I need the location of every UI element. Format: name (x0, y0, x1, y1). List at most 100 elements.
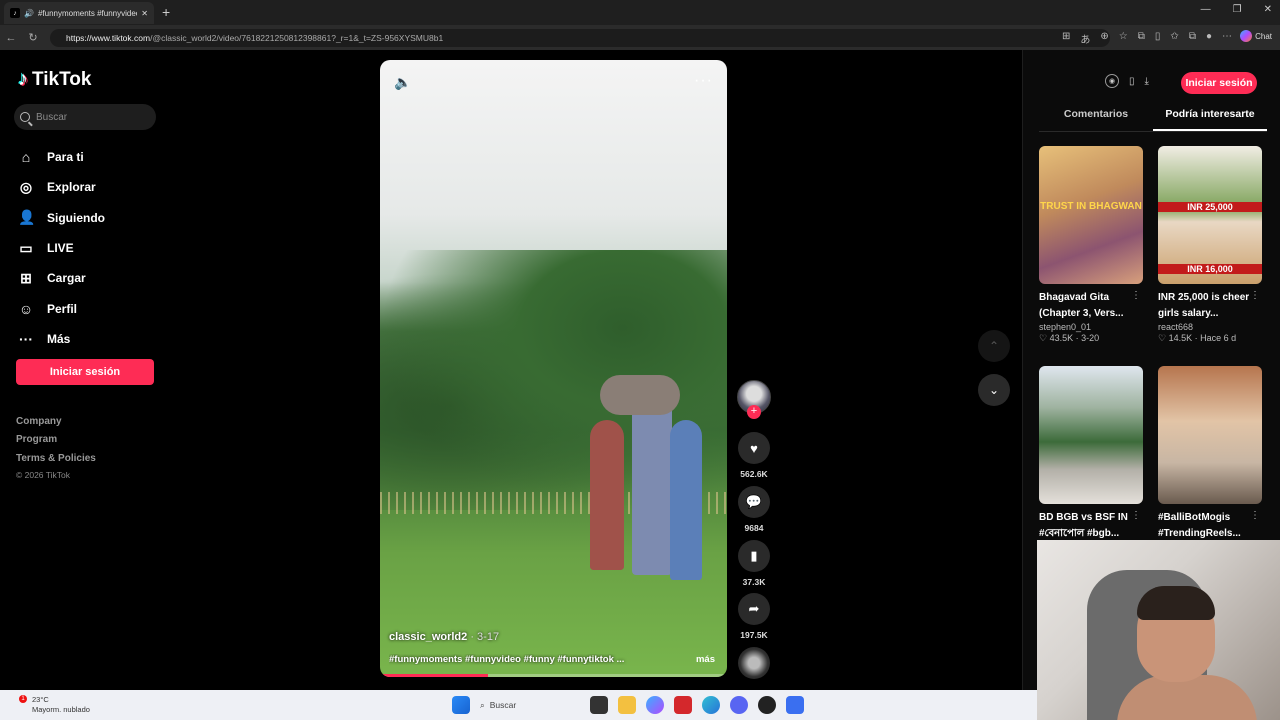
sidebar-item-label: Explorar (47, 180, 96, 195)
card-more-icon[interactable]: ⋮ (1131, 290, 1141, 301)
app-icon-blue[interactable] (786, 696, 804, 714)
address-bar: ← ↻ https://www.tiktok.com/@classic_worl… (0, 25, 1280, 50)
logo-text: TikTok (32, 68, 92, 90)
sidebar-item-explorar[interactable]: ◎ Explorar (18, 172, 105, 202)
recommended-card[interactable]: INR 25,000 INR 16,000 INR 25,000 is chee… (1158, 146, 1262, 344)
office-icon[interactable] (674, 696, 692, 714)
coins-icon[interactable]: ◉ (1105, 74, 1119, 88)
sidebar-item-mas[interactable]: ··· Más (18, 324, 105, 354)
header-login-button[interactable]: Iniciar sesión (1181, 72, 1257, 94)
footer-link-company[interactable]: Company (16, 416, 96, 434)
copilot-icon (1240, 30, 1253, 42)
copilot-app-icon[interactable] (646, 696, 664, 714)
chevron-up-icon: ⌃ (988, 339, 1000, 353)
maximize-icon[interactable]: ❐ (1233, 4, 1242, 15)
notification-badge: 1 (19, 695, 27, 703)
zoom-icon[interactable]: ⊕ (1100, 31, 1108, 46)
tab-comentarios[interactable]: Comentarios (1039, 108, 1153, 131)
tiktok-favicon-icon: ♪ (10, 8, 20, 18)
card-more-icon[interactable]: ⋮ (1250, 290, 1260, 301)
tiktok-logo[interactable]: ♪ TikTok (18, 68, 91, 91)
recommended-card[interactable]: BD BGB vs BSF IN #বেনাপোল #bgb... ⋮ (1039, 366, 1143, 541)
split-icon[interactable]: ▯ (1155, 31, 1161, 46)
sidebar-item-label: Perfil (47, 301, 78, 316)
next-video-button[interactable]: ⌄ (978, 374, 1010, 406)
file-explorer-icon[interactable] (618, 696, 636, 714)
profile-avatar-icon[interactable]: ● (1206, 31, 1212, 46)
comment-button[interactable]: 💬 (738, 486, 770, 518)
task-view-icon[interactable] (590, 696, 608, 714)
sidebar-item-siguiendo[interactable]: 👤 Siguiendo (18, 203, 105, 233)
thumb-text-2: INR 16,000 (1158, 264, 1262, 274)
video-caption[interactable]: #funnymoments #funnyvideo #funny #funnyt… (389, 654, 639, 665)
card-more-icon[interactable]: ⋮ (1250, 510, 1260, 521)
card-meta: ♡ 14.5K · Hace 6 d (1158, 333, 1237, 343)
recommended-card[interactable]: #BalliBotMogis #TrendingReels... ⋮ (1158, 366, 1262, 541)
sidebar-item-live[interactable]: ▭ LIVE (18, 233, 105, 263)
sidebar-item-label: LIVE (47, 241, 74, 256)
video-author[interactable]: classic_world2 (389, 631, 467, 643)
refresh-icon[interactable]: ↻ (22, 31, 44, 44)
new-tab-button[interactable]: + (162, 4, 170, 20)
browser-tab[interactable]: ♪ 🔊 #funnymoments #funnyvideo ✕ (4, 2, 154, 24)
sidebar-item-label: Más (47, 331, 71, 346)
follow-plus-icon[interactable]: + (747, 405, 761, 419)
card-thumbnail: INR 25,000 INR 16,000 (1158, 146, 1262, 284)
webcam-overlay (1037, 540, 1280, 720)
card-more-icon[interactable]: ⋮ (1131, 510, 1141, 521)
copyright: © 2026 TikTok (16, 470, 70, 480)
music-disc-icon[interactable] (738, 647, 770, 679)
share-arrow-icon: ➦ (748, 601, 760, 616)
recommended-card[interactable]: TRUST IN BHAGWAN Bhagavad Gita (Chapter … (1039, 146, 1143, 344)
previous-video-button[interactable]: ⌃ (978, 330, 1010, 362)
copilot-chat-button[interactable]: Chat (1240, 30, 1272, 42)
taskbar-search[interactable]: ⌕ Buscar (480, 695, 580, 715)
app-icon[interactable]: ⊞ (1062, 31, 1070, 46)
video-progress-bar[interactable] (380, 674, 727, 677)
minimize-icon[interactable]: — (1201, 4, 1211, 15)
close-window-icon[interactable]: ✕ (1264, 4, 1272, 15)
volume-icon[interactable]: 🔈 (394, 74, 411, 91)
following-icon: 👤 (18, 209, 36, 226)
caption-more-button[interactable]: más (696, 654, 715, 665)
sidebar-item-cargar[interactable]: ⊞ Cargar (18, 263, 105, 293)
app-icon-red[interactable] (758, 696, 776, 714)
close-tab-icon[interactable]: ✕ (141, 9, 148, 18)
edge-icon[interactable] (702, 696, 720, 714)
weather-widget[interactable]: 1 23°C Mayorm. nublado (19, 695, 90, 715)
browser-chrome: ♪ 🔊 #funnymoments #funnyvideo ✕ + — ❐ ✕ … (0, 0, 1280, 50)
card-author: react668 (1158, 322, 1194, 332)
card-title: #BalliBotMogis #TrendingReels... (1158, 512, 1241, 539)
device-icon[interactable]: ▯ (1129, 76, 1135, 87)
taskbar-center: ⌕ Buscar (452, 695, 804, 715)
menu-icon[interactable]: ⋯ (1222, 31, 1232, 46)
favorites-icon[interactable]: ✩ (1170, 31, 1178, 46)
footer-link-terms[interactable]: Terms & Policies (16, 453, 96, 471)
translate-icon[interactable]: あ (1080, 31, 1090, 46)
video-player[interactable]: 🔈 ··· classic_world2 · 3-17 #funnymoment… (380, 60, 727, 677)
favorite-star-icon[interactable]: ☆ (1119, 31, 1128, 46)
video-more-icon[interactable]: ··· (694, 72, 713, 90)
share-button[interactable]: ➦ (738, 593, 770, 625)
login-button[interactable]: Iniciar sesión (16, 359, 154, 385)
discord-icon[interactable] (730, 696, 748, 714)
tab-podria-interesarte[interactable]: Podría interesarte (1153, 108, 1267, 131)
collections-icon[interactable]: ⧉ (1189, 31, 1196, 46)
like-button[interactable]: ♥ (738, 432, 770, 464)
extensions-icon[interactable]: ⧉ (1138, 31, 1145, 46)
windows-start-icon[interactable] (452, 696, 470, 714)
save-button[interactable]: ▮ (738, 540, 770, 572)
footer-link-program[interactable]: Program (16, 434, 96, 452)
card-thumbnail (1158, 366, 1262, 504)
search-input[interactable]: Buscar (14, 104, 156, 130)
right-panel-tabs: Comentarios Podría interesarte (1039, 108, 1267, 132)
back-icon[interactable]: ← (0, 32, 22, 44)
footer-links: Company Program Terms & Policies (16, 416, 96, 471)
sidebar-item-perfil[interactable]: ☺ Perfil (18, 293, 105, 323)
video-date: · 3-17 (467, 631, 500, 643)
chevron-down-icon: ⌄ (988, 383, 1000, 397)
video-people (570, 375, 720, 605)
sidebar-item-para-ti[interactable]: ⌂ Para ti (18, 142, 105, 172)
download-icon[interactable]: ⤓ (1145, 76, 1149, 87)
url-field[interactable]: https://www.tiktok.com/@classic_world2/v… (50, 29, 1110, 47)
